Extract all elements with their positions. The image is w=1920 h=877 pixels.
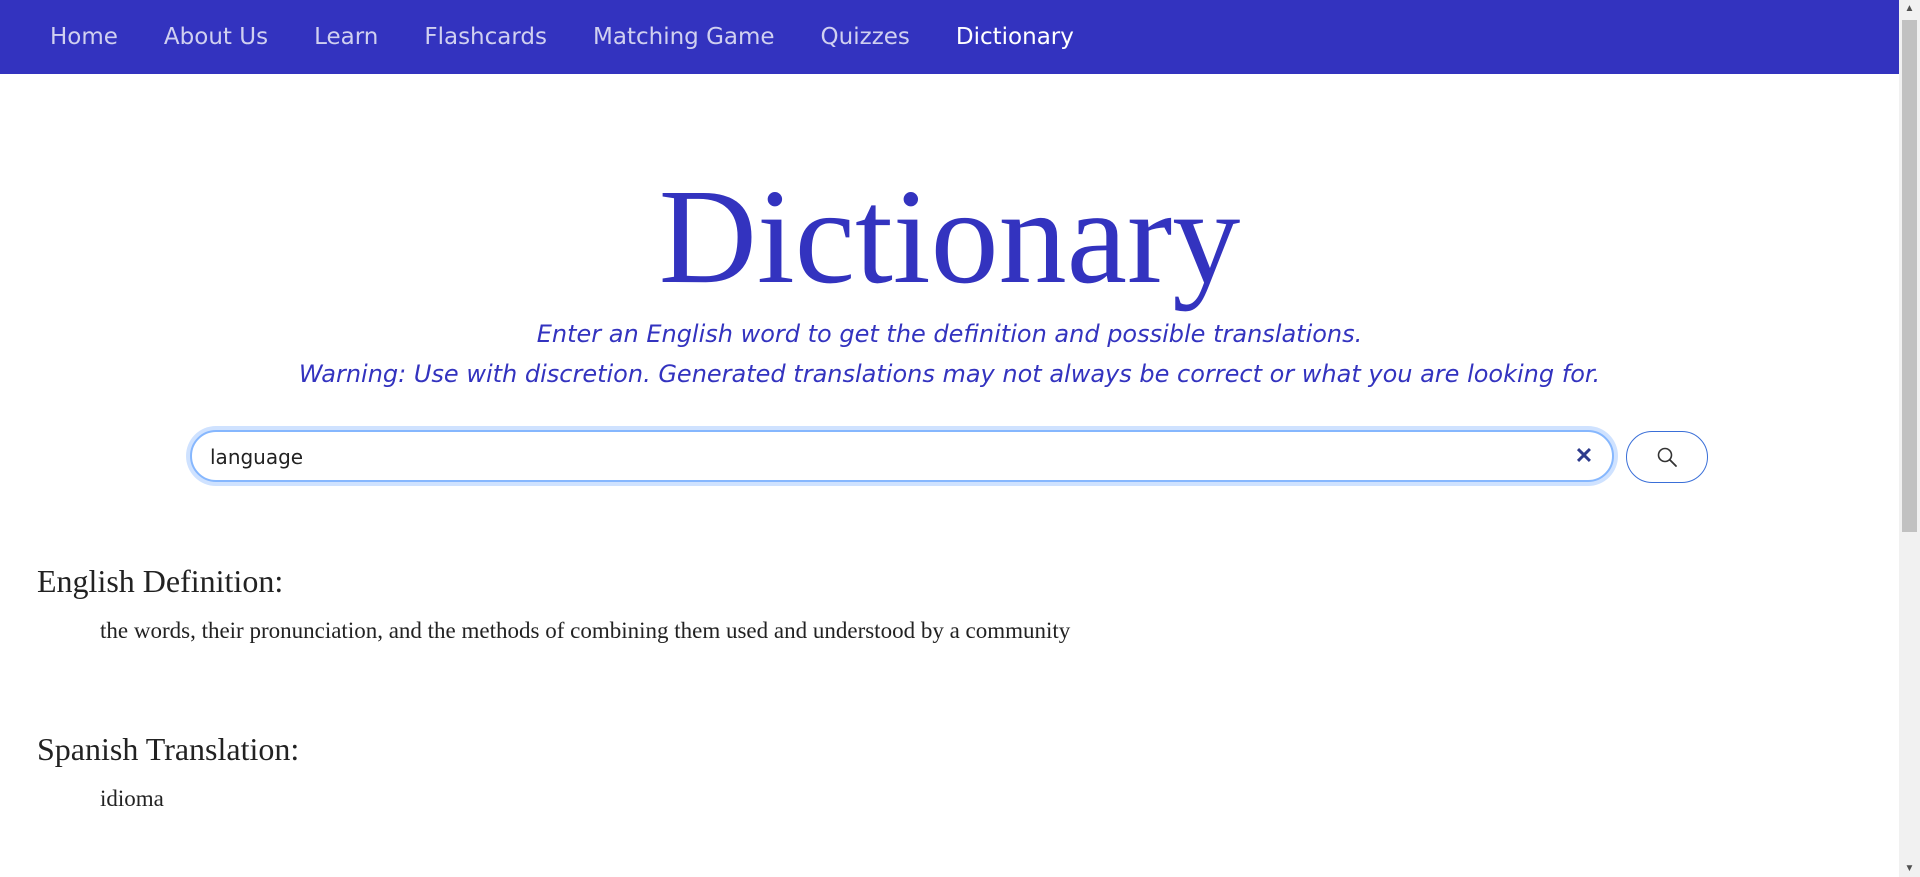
nav-flashcards-link[interactable]: Flashcards <box>424 24 547 50</box>
instructions-text: Enter an English word to get the definit… <box>536 320 1363 348</box>
nav-home-link[interactable]: Home <box>50 24 118 50</box>
search-box: ✕ <box>190 430 1614 482</box>
page-title: Dictionary <box>658 162 1241 312</box>
search-icon <box>1657 447 1677 467</box>
scroll-thumb[interactable] <box>1902 20 1917 532</box>
nav-about-us-link[interactable]: About Us <box>164 24 268 50</box>
nav-quizzes-link[interactable]: Quizzes <box>821 24 910 50</box>
search-input[interactable] <box>208 432 1542 482</box>
definition-text: the words, their pronunciation, and the … <box>100 618 1071 643</box>
definition-heading: English Definition: <box>37 563 284 599</box>
scroll-down-arrow-icon[interactable]: ▼ <box>1899 860 1920 877</box>
nav-learn-link[interactable]: Learn <box>314 24 378 50</box>
nav-dictionary-link[interactable]: Dictionary <box>956 24 1074 50</box>
search-button[interactable] <box>1626 431 1708 483</box>
nav-matching-game-link[interactable]: Matching Game <box>593 24 775 50</box>
warning-text: Warning: Use with discretion. Generated … <box>298 360 1601 388</box>
translation-text: idioma <box>100 786 164 811</box>
top-navbar: Home About Us Learn Flashcards Matching … <box>0 0 1899 74</box>
vertical-scrollbar[interactable]: ▲ ▼ <box>1899 0 1920 877</box>
translation-heading: Spanish Translation: <box>37 731 300 767</box>
scroll-up-arrow-icon[interactable]: ▲ <box>1899 0 1920 17</box>
x-icon[interactable]: ✕ <box>1572 444 1596 468</box>
page: Home About Us Learn Flashcards Matching … <box>0 0 1899 877</box>
